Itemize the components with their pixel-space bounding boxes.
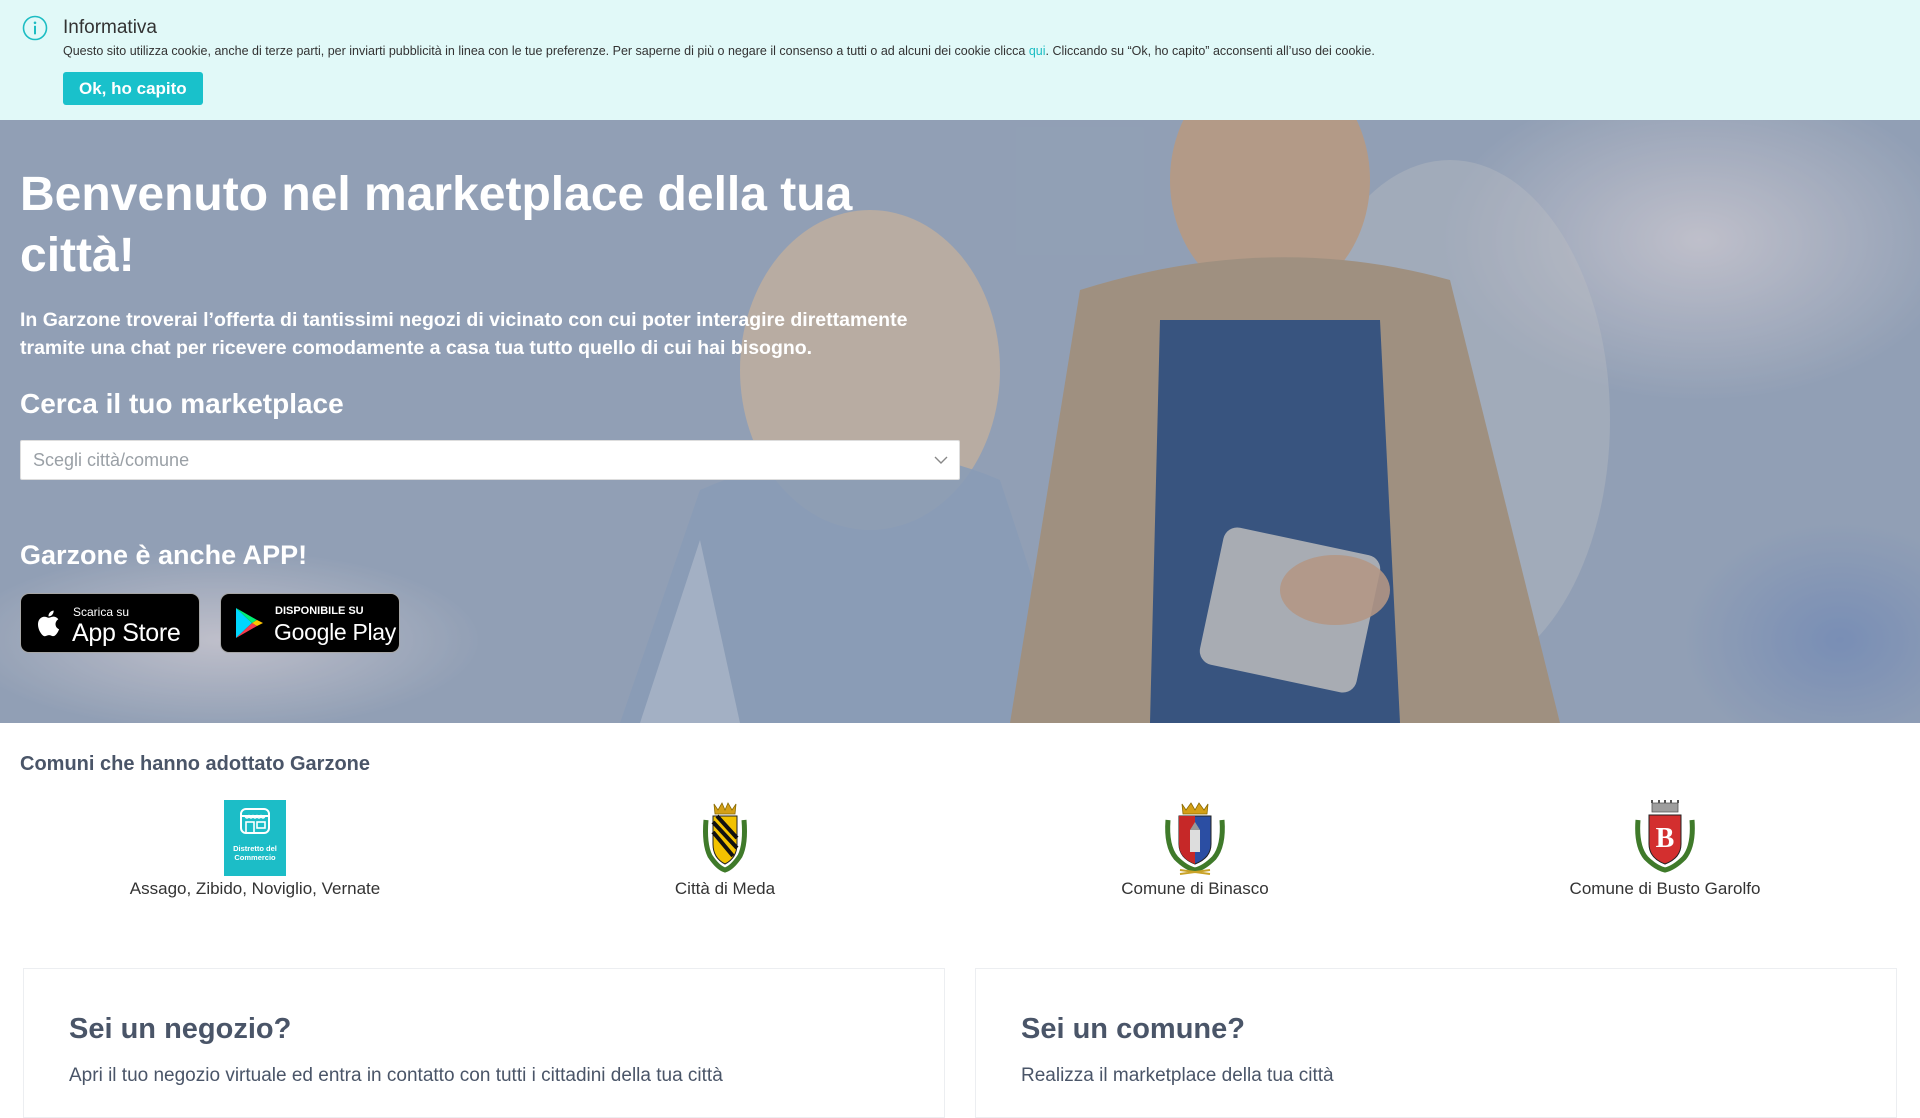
cookie-more-link[interactable]: qui (1029, 44, 1046, 58)
google-play-icon (236, 608, 263, 638)
binasco-coat-of-arms-icon (1165, 802, 1225, 875)
app-store-badge[interactable]: Scarica su App Store (20, 593, 200, 653)
busto-garolfo-coat-of-arms-icon: B (1635, 800, 1695, 873)
comune-item-meda[interactable]: Città di Meda (490, 800, 960, 899)
shop-card-text: Apri il tuo negozio virtuale ed entra in… (69, 1065, 723, 1086)
distretto-logo-text: Distretto del Commercio (233, 844, 277, 862)
shop-card-title: Sei un negozio? (69, 1013, 292, 1045)
google-play-big-label: Google Play (274, 619, 396, 645)
app-store-small-label: Scarica su (73, 605, 130, 619)
cookie-text: Questo sito utilizza cookie, anche di te… (63, 44, 1375, 58)
hero-title: Benvenuto nel marketplace della tua citt… (20, 168, 853, 282)
shop-card: Sei un negozio? Apri il tuo negozio virt… (23, 968, 945, 1118)
google-play-small-label: DISPONIBILE SU (275, 605, 364, 617)
shop-icon (240, 808, 270, 834)
meda-coat-of-arms-icon (703, 802, 747, 873)
city-select-placeholder: Scegli città/comune (33, 450, 190, 470)
chevron-down-icon (934, 456, 948, 464)
comune-card-text: Realizza il marketplace della tua città (1021, 1065, 1334, 1086)
comune-label: Città di Meda (674, 879, 776, 898)
comune-card: Sei un comune? Realizza il marketplace d… (975, 968, 1897, 1118)
app-store-big-label: App Store (72, 619, 181, 647)
search-title: Cerca il tuo marketplace (20, 388, 344, 419)
comune-item-busto-garolfo[interactable]: B Comune di Busto Garolfo (1430, 800, 1900, 899)
hero-section: Benvenuto nel marketplace della tua citt… (0, 120, 1920, 723)
comuni-title: Comuni che hanno adottato Garzone (20, 753, 371, 775)
city-select[interactable]: Scegli città/comune (20, 440, 960, 480)
cookie-accept-button[interactable]: Ok, ho capito (63, 72, 203, 105)
comune-item-binasco[interactable]: Comune di Binasco (960, 800, 1430, 899)
cookie-text-after: . Cliccando su “Ok, ho capito” acconsent… (1045, 44, 1375, 58)
cookie-banner: Informativa Questo sito utilizza cookie,… (0, 0, 1920, 120)
cookie-text-before: Questo sito utilizza cookie, anche di te… (63, 44, 1029, 58)
distretto-commercio-logo: Distretto del Commercio (224, 800, 286, 876)
comune-label: Assago, Zibido, Noviglio, Vernate (129, 879, 381, 898)
comune-label: Comune di Binasco (1121, 879, 1269, 898)
cookie-title: Informativa (63, 17, 157, 38)
hero-lead: In Garzone troverai l’offerta di tantiss… (20, 309, 908, 359)
google-play-badge[interactable]: DISPONIBILE SU Google Play (220, 593, 400, 653)
apple-icon (38, 610, 60, 637)
app-title: Garzone è anche APP! (20, 540, 308, 570)
comune-item-assago[interactable]: Distretto del Commercio Assago, Zibido, … (20, 800, 490, 899)
busto-logo-letter: B (1656, 823, 1675, 854)
info-icon (22, 15, 48, 41)
comune-label: Comune di Busto Garolfo (1569, 879, 1761, 898)
comune-card-title: Sei un comune? (1021, 1013, 1245, 1045)
